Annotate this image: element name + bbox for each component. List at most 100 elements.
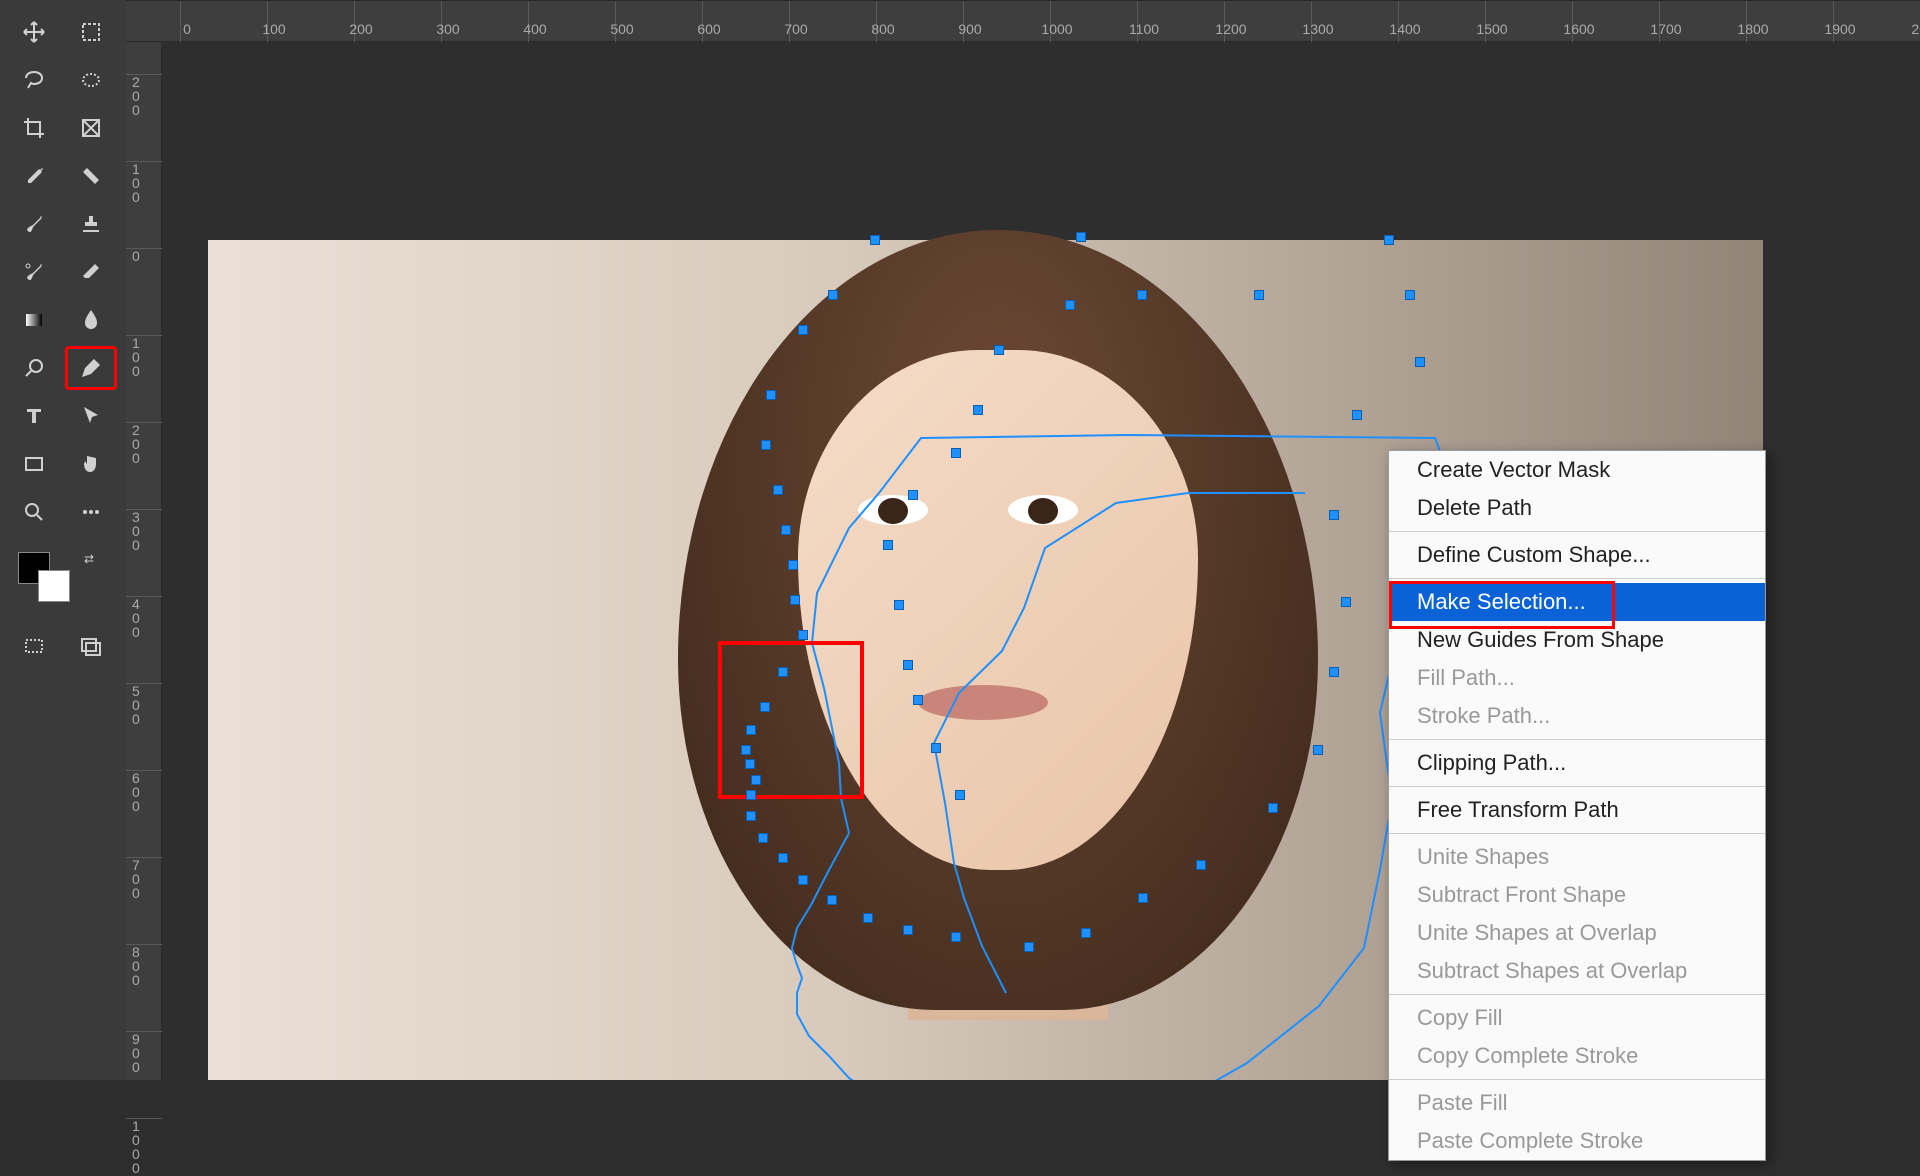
ruler-h-label: 200 <box>341 21 381 37</box>
path-anchor[interactable] <box>1352 410 1362 420</box>
menu-item-create-vector-mask[interactable]: Create Vector Mask <box>1389 451 1765 489</box>
path-anchor[interactable] <box>758 833 768 843</box>
path-anchor[interactable] <box>798 630 808 640</box>
ruler-h-label: 1000 <box>1037 21 1077 37</box>
gradient-tool[interactable] <box>10 300 58 340</box>
path-anchor[interactable] <box>828 290 838 300</box>
path-anchor[interactable] <box>790 595 800 605</box>
path-anchor[interactable] <box>951 932 961 942</box>
menu-item-make-selection[interactable]: Make Selection... <box>1389 583 1765 621</box>
path-anchor[interactable] <box>1341 597 1351 607</box>
path-anchor[interactable] <box>883 540 893 550</box>
crop-tool[interactable] <box>10 108 58 148</box>
menu-item-paste-complete-stroke: Paste Complete Stroke <box>1389 1122 1765 1160</box>
menu-item-delete-path[interactable]: Delete Path <box>1389 489 1765 527</box>
frame-tool[interactable] <box>67 108 115 148</box>
path-anchor[interactable] <box>778 853 788 863</box>
path-anchor[interactable] <box>741 745 751 755</box>
path-anchor[interactable] <box>994 345 1004 355</box>
path-anchor[interactable] <box>773 485 783 495</box>
path-anchor[interactable] <box>798 875 808 885</box>
path-anchor[interactable] <box>931 743 941 753</box>
ruler-v-label: 400 <box>132 597 139 639</box>
path-anchor[interactable] <box>908 490 918 500</box>
stamp-tool[interactable] <box>67 204 115 244</box>
ruler-h-label: 1600 <box>1559 21 1599 37</box>
history-brush-tool[interactable] <box>10 252 58 292</box>
path-anchor[interactable] <box>973 405 983 415</box>
dodge-tool[interactable] <box>10 348 58 388</box>
path-anchor[interactable] <box>1196 860 1206 870</box>
healing-tool[interactable] <box>67 156 115 196</box>
rectangle-tool[interactable] <box>10 444 58 484</box>
path-anchor[interactable] <box>778 667 788 677</box>
screenmode-tool[interactable] <box>67 626 115 666</box>
path-anchor[interactable] <box>1138 893 1148 903</box>
path-anchor[interactable] <box>894 600 904 610</box>
move-tool[interactable] <box>10 12 58 52</box>
ruler-h-label: 1200 <box>1211 21 1251 37</box>
path-anchor[interactable] <box>1268 803 1278 813</box>
marquee-tool[interactable] <box>67 12 115 52</box>
path-anchor[interactable] <box>1384 235 1394 245</box>
swap-colors-icon[interactable]: ⇄ <box>84 552 94 566</box>
path-anchor[interactable] <box>1329 510 1339 520</box>
menu-separator <box>1389 994 1765 995</box>
eyedropper-tool[interactable] <box>10 156 58 196</box>
menu-item-new-guides-from-shape[interactable]: New Guides From Shape <box>1389 621 1765 659</box>
quickmask-tool[interactable] <box>10 626 58 666</box>
hand-tool[interactable] <box>67 444 115 484</box>
bottom-tools <box>10 626 116 666</box>
path-anchor[interactable] <box>798 325 808 335</box>
path-anchor[interactable] <box>751 775 761 785</box>
path-anchor[interactable] <box>761 440 771 450</box>
path-anchor[interactable] <box>1405 290 1415 300</box>
path-anchor[interactable] <box>746 811 756 821</box>
menu-item-clipping-path[interactable]: Clipping Path... <box>1389 744 1765 782</box>
type-tool[interactable] <box>10 396 58 436</box>
path-anchor[interactable] <box>1065 300 1075 310</box>
path-anchor[interactable] <box>1415 357 1425 367</box>
path-anchor[interactable] <box>746 790 756 800</box>
path-anchor[interactable] <box>903 925 913 935</box>
path-anchor[interactable] <box>746 725 756 735</box>
path-anchor[interactable] <box>913 695 923 705</box>
blur-tool[interactable] <box>67 300 115 340</box>
path-anchor[interactable] <box>1329 667 1339 677</box>
context-menu: Create Vector MaskDelete Path Define Cust… <box>1388 450 1766 1161</box>
menu-item-free-transform-path[interactable]: Free Transform Path <box>1389 791 1765 829</box>
ruler-v-label: 100 <box>132 162 139 204</box>
path-anchor[interactable] <box>1313 745 1323 755</box>
path-anchor[interactable] <box>951 448 961 458</box>
background-color[interactable] <box>38 570 70 602</box>
wand-tool[interactable] <box>67 60 115 100</box>
path-anchor[interactable] <box>760 702 770 712</box>
path-selection-tool[interactable] <box>67 396 115 436</box>
path-anchor[interactable] <box>1081 928 1091 938</box>
path-anchor[interactable] <box>766 390 776 400</box>
path-anchor[interactable] <box>827 895 837 905</box>
path-anchor[interactable] <box>1024 942 1034 952</box>
lasso-tool[interactable] <box>10 60 58 100</box>
menu-separator <box>1389 739 1765 740</box>
ruler-v-label: 200 <box>132 423 139 465</box>
eraser-tool[interactable] <box>67 252 115 292</box>
path-anchor[interactable] <box>745 759 755 769</box>
path-anchor[interactable] <box>903 660 913 670</box>
ruler-h-label: 300 <box>428 21 468 37</box>
path-anchor[interactable] <box>955 790 965 800</box>
path-anchor[interactable] <box>788 560 798 570</box>
brush-tool[interactable] <box>10 204 58 244</box>
path-anchor[interactable] <box>863 913 873 923</box>
zoom-tool[interactable] <box>10 492 58 532</box>
menu-item-copy-complete-stroke: Copy Complete Stroke <box>1389 1037 1765 1075</box>
more-tool[interactable] <box>67 492 115 532</box>
menu-separator <box>1389 833 1765 834</box>
path-anchor[interactable] <box>781 525 791 535</box>
path-anchor[interactable] <box>1137 290 1147 300</box>
pen-tool[interactable] <box>67 348 115 388</box>
path-anchor[interactable] <box>1254 290 1264 300</box>
menu-item-define-custom-shape[interactable]: Define Custom Shape... <box>1389 536 1765 574</box>
path-anchor[interactable] <box>870 235 880 245</box>
path-anchor[interactable] <box>1076 232 1086 242</box>
